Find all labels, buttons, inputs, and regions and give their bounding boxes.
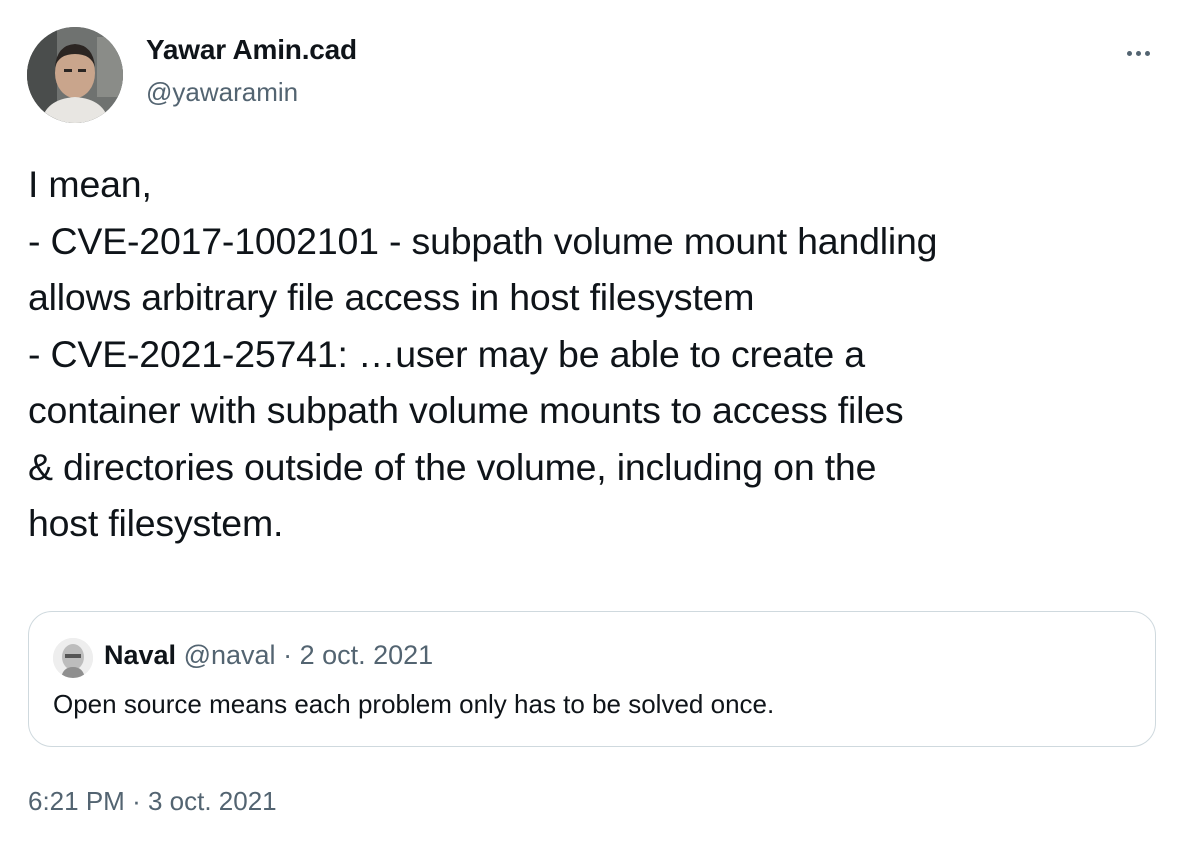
timestamp-time: 6:21 PM: [28, 786, 125, 816]
more-horizontal-icon: [1126, 50, 1132, 56]
quote-author-name: Naval: [104, 640, 177, 670]
author-name[interactable]: Yawar Amin.cad: [146, 34, 357, 66]
tweet-text-line: container with subpath volume mounts to …: [28, 389, 904, 431]
tweet-text-line: - CVE-2021-25741: …user may be able to c…: [28, 332, 865, 375]
avatar-image: [27, 27, 123, 123]
tweet: Yawar Amin.cad @yawaramin I mean, - CVE-…: [0, 0, 1188, 842]
tweet-text-line: & directories outside of the volume, inc…: [28, 445, 877, 488]
more-options-button[interactable]: [1120, 38, 1156, 68]
author-avatar[interactable]: [27, 27, 123, 123]
quoted-tweet[interactable]: Naval @naval · 2 oct. 2021 Open source m…: [28, 611, 1156, 747]
quote-date: 2 oct. 2021: [299, 640, 434, 670]
tweet-text-line: host filesystem.: [28, 502, 284, 544]
quote-header: Naval @naval · 2 oct. 2021: [104, 640, 433, 671]
more-horizontal-icon: [1144, 50, 1150, 56]
timestamp-date: 3 oct. 2021: [147, 786, 277, 816]
quote-author-avatar: [53, 638, 93, 678]
quote-separator: ·: [283, 640, 293, 670]
quote-author-handle: @naval: [183, 640, 276, 670]
tweet-text-line: I mean,: [28, 163, 152, 205]
more-horizontal-icon: [1135, 50, 1141, 56]
timestamp-separator: ·: [132, 786, 141, 816]
tweet-text-line: allows arbitrary file access in host fil…: [28, 276, 755, 318]
tweet-text-line: - CVE-2017-1002101 - subpath volume moun…: [28, 219, 938, 262]
tweet-text: I mean, - CVE-2017-1002101 - subpath vol…: [28, 156, 1158, 552]
tweet-timestamp[interactable]: 6:21 PM · 3 oct. 2021: [28, 786, 277, 817]
author-handle[interactable]: @yawaramin: [146, 77, 298, 108]
quote-avatar-image: [53, 638, 93, 678]
quote-text: Open source means each problem only has …: [53, 689, 775, 719]
